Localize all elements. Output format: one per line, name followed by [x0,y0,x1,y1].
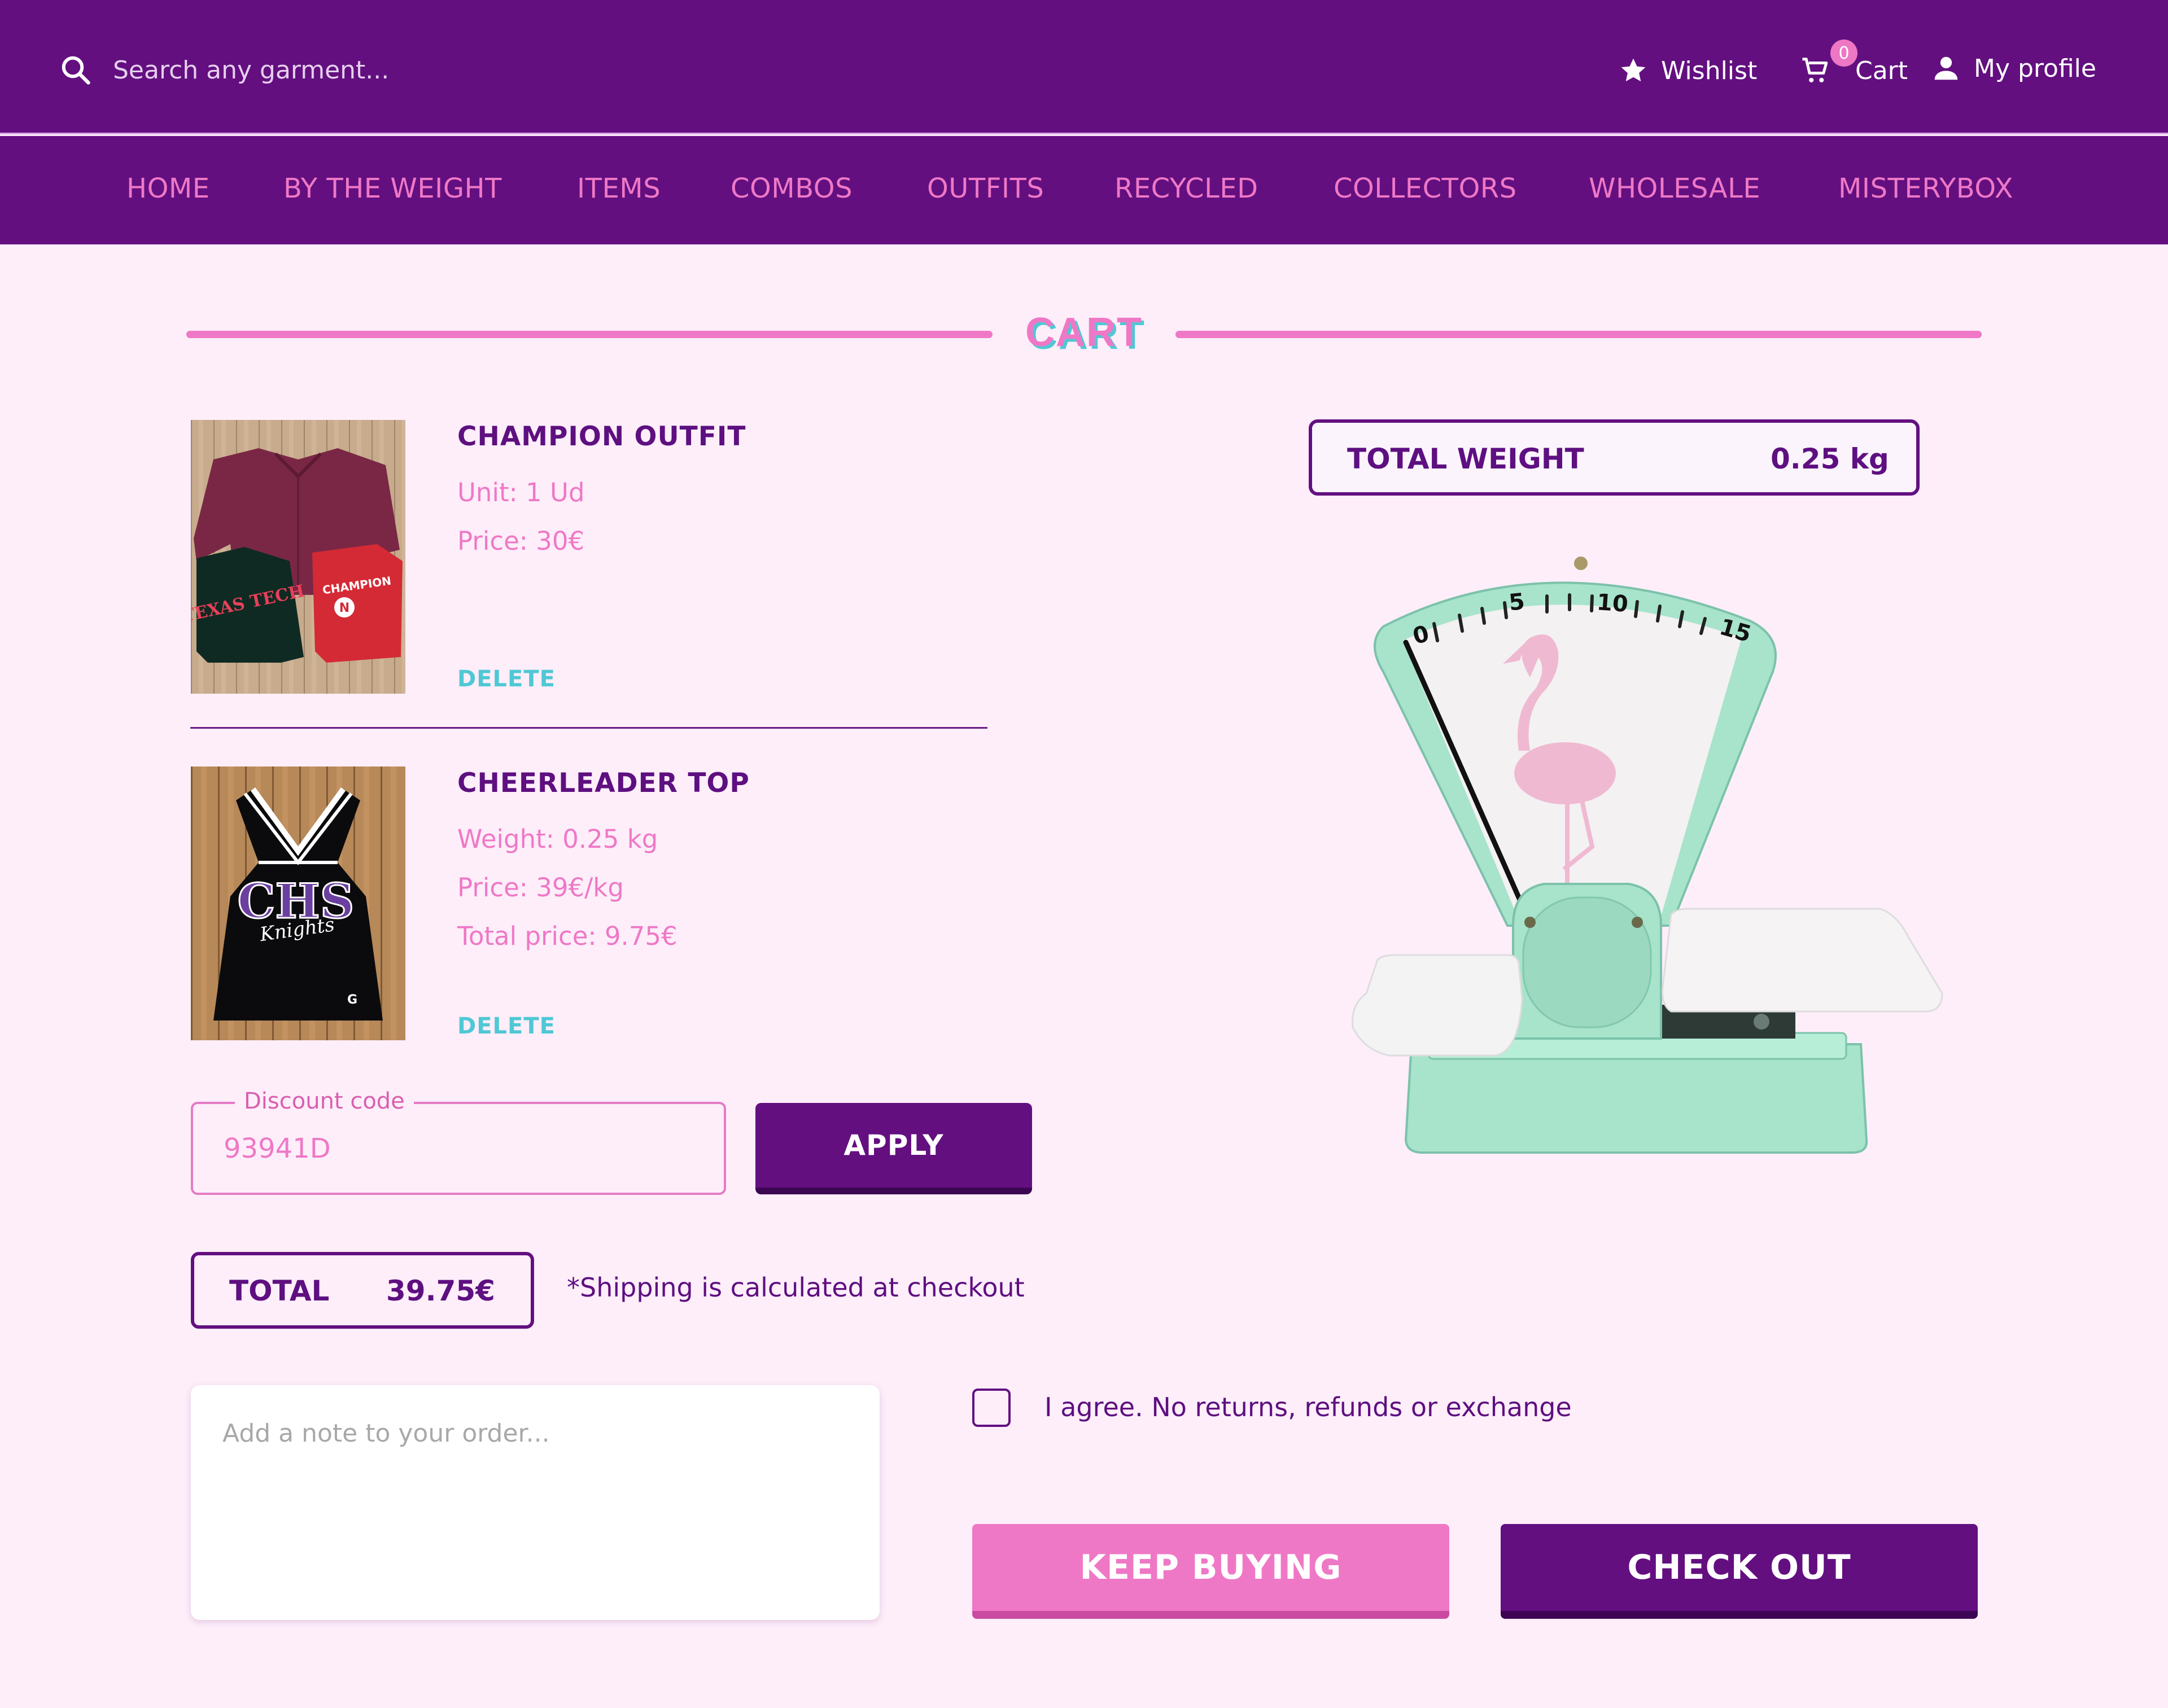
dial-label-10: 10 [1596,589,1629,617]
check-out-button[interactable]: CHECK OUT [1501,1524,1978,1619]
product-name[interactable]: CHEERLEADER TOP [457,768,750,799]
cart-label: Cart [1855,56,1908,85]
nav-recycled[interactable]: RECYCLED [1114,173,1258,210]
wishlist-label: Wishlist [1661,56,1758,85]
keep-buying-button[interactable]: KEEP BUYING [972,1524,1449,1619]
nav-collectors[interactable]: COLLECTORS [1334,173,1517,210]
dial-label-5: 5 [1507,589,1526,616]
product-image-champion-outfit[interactable]: TEXAS TECH CHAMPION N [191,420,405,694]
shipping-note: *Shipping is calculated at checkout [567,1272,1025,1303]
star-icon [1621,58,1646,82]
discount-code-input[interactable] [224,1129,698,1168]
cart-count-badge: 0 [1830,40,1857,67]
total-value: 39.75€ [386,1275,495,1307]
agree-checkbox[interactable] [972,1389,1011,1427]
n-logo-print: N [339,601,349,615]
cart-icon [1802,58,1828,82]
discount-field-label: Discount code [235,1088,414,1114]
nav-combos[interactable]: COMBOS [731,173,853,210]
product-total-price: Total price: 9.75€ [457,921,678,951]
apply-button[interactable]: APPLY [755,1103,1032,1194]
nav-items[interactable]: ITEMS [577,173,661,210]
profile-link[interactable]: My profile [1931,50,2096,87]
delete-button-cheerleader-top[interactable]: DELETE [457,1013,556,1039]
page-title: CART [1025,310,1143,355]
title-line-right [1175,331,1982,338]
nav-wholesale[interactable]: WHOLESALE [1589,173,1760,210]
product-divider [190,727,987,729]
nav-by-the-weight[interactable]: BY THE WEIGHT [283,173,502,210]
product-price: Price: 39€/kg [457,873,624,903]
user-icon [1934,56,1958,80]
total-label: TOTAL [229,1275,330,1307]
product-price: Price: 30€ [457,526,585,556]
search-icon[interactable] [59,53,93,87]
wishlist-link[interactable]: Wishlist [1618,52,1757,89]
profile-label: My profile [1974,54,2096,83]
delete-button-champion-outfit[interactable]: DELETE [457,666,556,692]
nav-misterybox[interactable]: MISTERYBOX [1838,173,2013,210]
order-note-textarea[interactable] [191,1385,880,1620]
total-weight-value: 0.25 kg [1771,443,1889,475]
product-weight: Weight: 0.25 kg [457,824,658,854]
title-line-left [186,331,993,338]
total-weight-label: TOTAL WEIGHT [1347,443,1584,475]
product-unit: Unit: 1 Ud [457,478,585,507]
product-name[interactable]: CHAMPION OUTFIT [457,421,746,452]
product-image-cheerleader-top[interactable]: CHS Knights G [191,767,405,1040]
nav-outfits[interactable]: OUTFITS [927,173,1044,210]
agree-label[interactable]: I agree. No returns, refunds or exchange [1044,1392,1572,1422]
scale-illustration: 0 5 10 15 [1352,557,1943,1154]
cart-link[interactable]: 0 Cart [1800,40,1908,89]
nav-home[interactable]: HOME [126,173,210,210]
brand-logo-print: G [347,993,357,1007]
search-input[interactable] [113,52,621,88]
